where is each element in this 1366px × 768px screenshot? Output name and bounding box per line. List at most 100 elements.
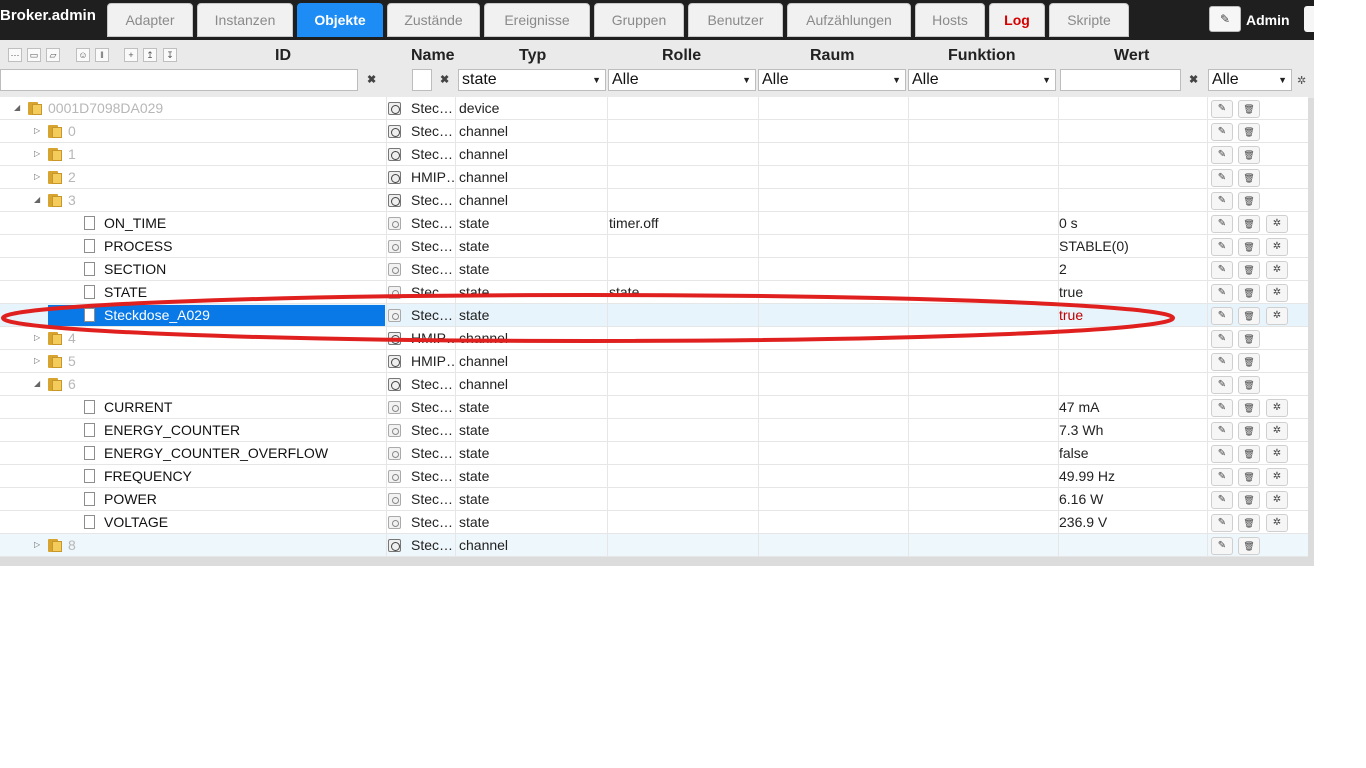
table-row[interactable]: ▷ 0 Stec… channel ✎ 🗑: [0, 120, 1308, 143]
object-value[interactable]: 49.99 Hz: [1059, 465, 1205, 487]
edit-button[interactable]: ✎: [1211, 100, 1233, 118]
delete-button[interactable]: 🗑: [1238, 537, 1260, 555]
edit-button[interactable]: ✎: [1211, 514, 1233, 532]
object-value[interactable]: 0 s: [1059, 212, 1205, 234]
name-filter-input[interactable]: [412, 69, 432, 91]
folder-open-icon[interactable]: ▱: [46, 48, 60, 62]
delete-button[interactable]: 🗑: [1238, 353, 1260, 371]
column-header-rolle[interactable]: Rolle: [662, 47, 701, 65]
edit-button[interactable]: ✎: [1211, 491, 1233, 509]
delete-button[interactable]: 🗑: [1238, 215, 1260, 233]
download-icon[interactable]: ↧: [163, 48, 177, 62]
column-header-raum[interactable]: Raum: [810, 47, 854, 65]
settings-button[interactable]: ✲: [1266, 491, 1288, 509]
delete-button[interactable]: 🗑: [1238, 100, 1260, 118]
delete-button[interactable]: 🗑: [1238, 491, 1260, 509]
delete-button[interactable]: 🗑: [1238, 399, 1260, 417]
admin-edit-button[interactable]: ✎: [1209, 6, 1241, 32]
edit-button[interactable]: ✎: [1211, 146, 1233, 164]
object-id[interactable]: ENERGY_COUNTER_OVERFLOW: [104, 442, 385, 464]
object-id[interactable]: VOLTAGE: [104, 511, 385, 533]
object-id[interactable]: PROCESS: [104, 235, 385, 257]
table-row[interactable]: ON_TIME Stec… state timer.off 0 s ✎ 🗑 ✲: [0, 212, 1308, 235]
user-icon[interactable]: ☺: [76, 48, 90, 62]
tab-ereignisse[interactable]: Ereignisse: [484, 3, 590, 37]
object-value[interactable]: [1059, 373, 1205, 395]
settings-button[interactable]: ✲: [1266, 215, 1288, 233]
actions-filter-select[interactable]: Alle ▼: [1208, 69, 1292, 91]
edit-button[interactable]: ✎: [1211, 422, 1233, 440]
table-row[interactable]: ◢ 0001D7098DA029 Stec… device ✎ 🗑: [0, 97, 1308, 120]
table-row[interactable]: VOLTAGE Stec… state 236.9 V ✎ 🗑 ✲: [0, 511, 1308, 534]
object-value[interactable]: [1059, 189, 1205, 211]
object-value[interactable]: [1059, 97, 1205, 119]
table-row[interactable]: ENERGY_COUNTER Stec… state 7.3 Wh ✎ 🗑 ✲: [0, 419, 1308, 442]
column-header-funktion[interactable]: Funktion: [948, 47, 1016, 65]
collapse-arrow-icon[interactable]: ◢: [34, 373, 40, 395]
table-row[interactable]: ▷ 1 Stec… channel ✎ 🗑: [0, 143, 1308, 166]
tab-log[interactable]: Log: [989, 3, 1045, 37]
edit-button[interactable]: ✎: [1211, 192, 1233, 210]
edit-button[interactable]: ✎: [1211, 399, 1233, 417]
delete-button[interactable]: 🗑: [1238, 330, 1260, 348]
expand-arrow-icon[interactable]: ▷: [34, 534, 40, 556]
table-row[interactable]: CURRENT Stec… state 47 mA ✎ 🗑 ✲: [0, 396, 1308, 419]
wert-filter-input[interactable]: [1060, 69, 1181, 91]
object-id[interactable]: 0: [68, 120, 385, 142]
delete-button[interactable]: 🗑: [1238, 123, 1260, 141]
id-filter-input[interactable]: [0, 69, 358, 91]
settings-button[interactable]: ✲: [1266, 445, 1288, 463]
folder-icon[interactable]: ▭: [27, 48, 41, 62]
table-row[interactable]: ▷ 4 HMIP…channel ✎ 🗑: [0, 327, 1308, 350]
object-id[interactable]: 8: [68, 534, 385, 556]
upload-icon[interactable]: ↥: [143, 48, 157, 62]
delete-button[interactable]: 🗑: [1238, 284, 1260, 302]
expand-arrow-icon[interactable]: ▷: [34, 143, 40, 165]
object-value[interactable]: 7.3 Wh: [1059, 419, 1205, 441]
object-value[interactable]: 6.16 W: [1059, 488, 1205, 510]
edit-button[interactable]: ✎: [1211, 261, 1233, 279]
settings-button[interactable]: ✲: [1266, 284, 1288, 302]
delete-button[interactable]: 🗑: [1238, 261, 1260, 279]
tab-skripte[interactable]: Skripte: [1049, 3, 1129, 37]
object-value[interactable]: STABLE(0): [1059, 235, 1205, 257]
table-row[interactable]: ▷ 8 Stec… channel ✎ 🗑: [0, 534, 1308, 557]
object-id[interactable]: CURRENT: [104, 396, 385, 418]
edit-button[interactable]: ✎: [1211, 123, 1233, 141]
object-id[interactable]: POWER: [104, 488, 385, 510]
plus-icon[interactable]: +: [124, 48, 138, 62]
expand-arrow-icon[interactable]: ▷: [34, 350, 40, 372]
clear-id-filter-icon[interactable]: ✖: [367, 73, 376, 86]
delete-button[interactable]: 🗑: [1238, 514, 1260, 532]
edit-button[interactable]: ✎: [1211, 169, 1233, 187]
edit-button[interactable]: ✎: [1211, 238, 1233, 256]
edit-button[interactable]: ✎: [1211, 284, 1233, 302]
settings-button[interactable]: ✲: [1266, 307, 1288, 325]
gear-icon[interactable]: ✲: [1297, 74, 1306, 87]
column-header-name[interactable]: Name: [411, 47, 455, 65]
tab-gruppen[interactable]: Gruppen: [594, 3, 684, 37]
edit-button[interactable]: ✎: [1211, 330, 1233, 348]
table-row[interactable]: Steckdose_A029 Stec… state true ✎ 🗑 ✲: [0, 304, 1308, 327]
object-id[interactable]: 5: [68, 350, 385, 372]
tab-hosts[interactable]: Hosts: [915, 3, 985, 37]
object-id[interactable]: 3: [68, 189, 385, 211]
object-value[interactable]: true: [1059, 304, 1205, 326]
table-row[interactable]: ◢ 6 Stec… channel ✎ 🗑: [0, 373, 1308, 396]
tab-instanzen[interactable]: Instanzen: [197, 3, 293, 37]
column-header-wert[interactable]: Wert: [1114, 47, 1149, 65]
settings-button[interactable]: ✲: [1266, 238, 1288, 256]
object-id[interactable]: 6: [68, 373, 385, 395]
expand-arrow-icon[interactable]: ▷: [34, 166, 40, 188]
tab-adapter[interactable]: Adapter: [107, 3, 193, 37]
table-row[interactable]: FREQUENCY Stec… state 49.99 Hz ✎ 🗑 ✲: [0, 465, 1308, 488]
column-header-id[interactable]: ID: [275, 47, 291, 65]
object-value[interactable]: false: [1059, 442, 1205, 464]
object-id[interactable]: FREQUENCY: [104, 465, 385, 487]
object-id[interactable]: 1: [68, 143, 385, 165]
object-id[interactable]: Steckdose_A029: [104, 304, 385, 326]
object-id[interactable]: ENERGY_COUNTER: [104, 419, 385, 441]
object-id[interactable]: SECTION: [104, 258, 385, 280]
edit-button[interactable]: ✎: [1211, 468, 1233, 486]
table-row[interactable]: ▷ 5 HMIP…channel ✎ 🗑: [0, 350, 1308, 373]
